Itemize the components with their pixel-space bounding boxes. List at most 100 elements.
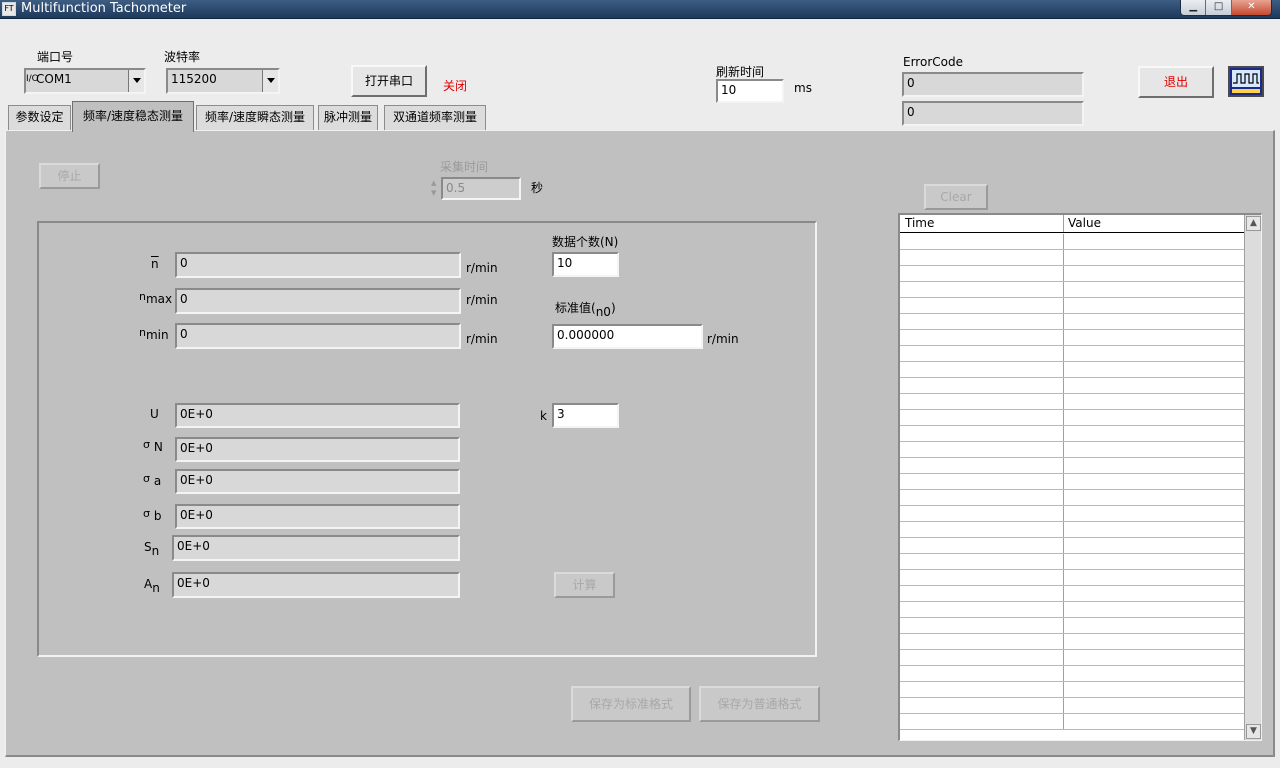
table-row[interactable] bbox=[900, 570, 1244, 586]
exit-button[interactable]: 退出 bbox=[1138, 66, 1214, 98]
port-select[interactable]: I/O COM1 bbox=[24, 68, 146, 94]
minimize-icon[interactable]: ▁ bbox=[1181, 0, 1207, 15]
k-label: k bbox=[540, 409, 547, 423]
n-mean-field: 0 bbox=[175, 252, 461, 278]
chevron-down-icon[interactable]: ▼ bbox=[431, 189, 436, 197]
refresh-input[interactable]: 10 bbox=[716, 79, 784, 103]
table-row[interactable] bbox=[900, 698, 1244, 714]
port-status: 关闭 bbox=[443, 79, 468, 93]
n-mean-label: n bbox=[151, 257, 159, 271]
table-row[interactable] bbox=[900, 522, 1244, 538]
maximize-icon[interactable]: □ bbox=[1206, 0, 1232, 15]
sample-time-input[interactable]: 0.5 bbox=[441, 177, 521, 200]
title-bar: FT Multifunction Tachometer ▁ □ ✕ bbox=[0, 0, 1280, 19]
table-row[interactable] bbox=[900, 394, 1244, 410]
table-row[interactable] bbox=[900, 618, 1244, 634]
sigma-a-field: 0E+0 bbox=[175, 469, 460, 494]
table-row[interactable] bbox=[900, 602, 1244, 618]
chevron-up-icon[interactable]: ▲ bbox=[431, 179, 436, 187]
chevron-down-icon[interactable] bbox=[262, 70, 278, 92]
an-field: 0E+0 bbox=[172, 572, 460, 598]
port-label: 端口号 bbox=[37, 50, 74, 64]
n-min-unit: r/min bbox=[466, 332, 498, 346]
sigma-b-label: σ b bbox=[143, 507, 162, 523]
tab-steady-state[interactable]: 频率/速度稳态测量 bbox=[72, 101, 194, 132]
refresh-unit: ms bbox=[794, 81, 812, 95]
u-label: U bbox=[150, 407, 159, 421]
sn-field: 0E+0 bbox=[172, 535, 460, 561]
scroll-down-icon[interactable]: ▼ bbox=[1246, 724, 1261, 739]
sigma-n-label: σ N bbox=[143, 438, 163, 454]
refresh-label: 刷新时间 bbox=[716, 65, 765, 79]
logo-icon bbox=[1228, 66, 1264, 97]
table-row[interactable] bbox=[900, 362, 1244, 378]
window-controls: ▁ □ ✕ bbox=[1180, 0, 1272, 16]
sample-time-stepper[interactable]: ▲ ▼ bbox=[429, 177, 441, 199]
table-header: Time Value bbox=[900, 215, 1244, 233]
column-header-value: Value bbox=[1068, 216, 1101, 230]
app-icon: FT bbox=[2, 2, 16, 16]
sigma-a-label: σ a bbox=[143, 472, 162, 488]
table-row[interactable] bbox=[900, 442, 1244, 458]
clear-button[interactable]: Clear bbox=[924, 184, 988, 210]
baud-value: 115200 bbox=[171, 72, 217, 86]
tab-pulse[interactable]: 脉冲测量 bbox=[318, 105, 378, 130]
table-row[interactable] bbox=[900, 682, 1244, 698]
tab-parameter-settings[interactable]: 参数设定 bbox=[8, 105, 71, 130]
n-max-field: 0 bbox=[175, 288, 461, 314]
table-row[interactable] bbox=[900, 634, 1244, 650]
column-header-time: Time bbox=[905, 216, 935, 230]
data-table[interactable]: Time Value ▲ ▼ bbox=[898, 213, 1262, 741]
calculate-button[interactable]: 计算 bbox=[554, 572, 615, 598]
table-row[interactable] bbox=[900, 458, 1244, 474]
standard-value-unit: r/min bbox=[707, 332, 739, 346]
k-input[interactable]: 3 bbox=[552, 403, 619, 428]
save-standard-button[interactable]: 保存为标准格式 bbox=[571, 686, 691, 722]
close-icon[interactable]: ✕ bbox=[1231, 0, 1271, 15]
table-row[interactable] bbox=[900, 250, 1244, 266]
port-value: COM1 bbox=[36, 72, 72, 86]
chevron-down-icon[interactable] bbox=[128, 70, 144, 92]
table-row[interactable] bbox=[900, 426, 1244, 442]
table-row[interactable] bbox=[900, 282, 1244, 298]
stop-button[interactable]: 停止 bbox=[39, 163, 100, 189]
scroll-up-icon[interactable]: ▲ bbox=[1246, 216, 1261, 231]
table-row[interactable] bbox=[900, 490, 1244, 506]
table-row[interactable] bbox=[900, 650, 1244, 666]
table-row[interactable] bbox=[900, 298, 1244, 314]
save-plain-button[interactable]: 保存为普通格式 bbox=[699, 686, 820, 722]
count-input[interactable]: 10 bbox=[552, 252, 619, 277]
window-title: Multifunction Tachometer bbox=[21, 1, 187, 16]
table-row[interactable] bbox=[900, 266, 1244, 282]
table-row[interactable] bbox=[900, 314, 1244, 330]
error-code-label: ErrorCode bbox=[903, 55, 963, 69]
n-max-unit: r/min bbox=[466, 293, 498, 307]
open-port-button[interactable]: 打开串口 bbox=[351, 65, 427, 97]
table-row[interactable] bbox=[900, 714, 1244, 730]
n-mean-unit: r/min bbox=[466, 261, 498, 275]
table-row[interactable] bbox=[900, 506, 1244, 522]
table-row[interactable] bbox=[900, 666, 1244, 682]
table-row[interactable] bbox=[900, 538, 1244, 554]
sn-label: Sn bbox=[144, 540, 160, 558]
sample-time-unit: 秒 bbox=[531, 181, 544, 195]
table-row[interactable] bbox=[900, 330, 1244, 346]
table-row[interactable] bbox=[900, 586, 1244, 602]
baud-label: 波特率 bbox=[164, 50, 201, 64]
baud-select[interactable]: 115200 bbox=[166, 68, 280, 94]
table-row[interactable] bbox=[900, 346, 1244, 362]
error-code-field-2: 0 bbox=[902, 101, 1084, 126]
table-row[interactable] bbox=[900, 378, 1244, 394]
table-scrollbar[interactable]: ▲ ▼ bbox=[1244, 215, 1261, 740]
table-row[interactable] bbox=[900, 554, 1244, 570]
sigma-b-field: 0E+0 bbox=[175, 504, 460, 529]
table-row[interactable] bbox=[900, 474, 1244, 490]
tab-transient[interactable]: 频率/速度瞬态测量 bbox=[196, 105, 314, 130]
tab-dual-channel[interactable]: 双通道频率测量 bbox=[384, 105, 486, 130]
table-row[interactable] bbox=[900, 410, 1244, 426]
standard-value-label: 标准值(n0) bbox=[555, 301, 616, 319]
error-code-field-1: 0 bbox=[902, 72, 1084, 97]
table-row[interactable] bbox=[900, 234, 1244, 250]
an-label: An bbox=[144, 577, 160, 595]
standard-value-input[interactable]: 0.000000 bbox=[552, 324, 703, 349]
